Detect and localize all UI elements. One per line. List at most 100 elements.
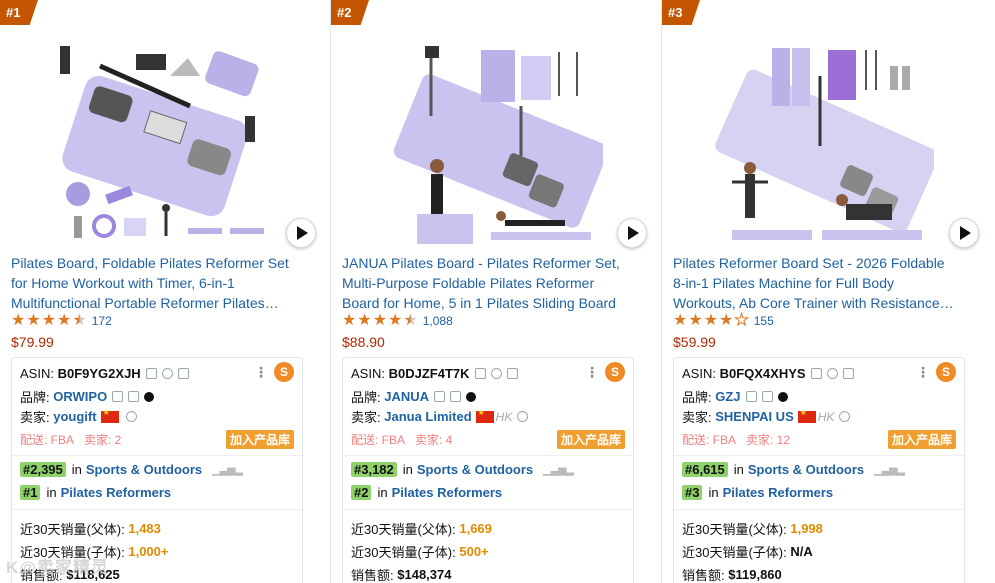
product-title-link[interactable]: Pilates Board, Foldable Pilates Reformer… [11,253,296,313]
seller-link[interactable]: Janua Limited [384,409,471,424]
bsr-sub-rank: #2 [351,485,372,500]
add-to-library-button[interactable]: 加入产品库 [225,430,294,449]
bar-chart-icon[interactable]: ▁▃▅▂ [543,463,574,476]
add-to-library-button[interactable]: 加入产品库 [556,430,625,449]
tiktok-icon[interactable] [144,391,155,402]
sales-child-row: 近30天销量(子体): N/A [682,542,813,561]
bsr-in: in [708,485,719,500]
product-card: #2 JANUA Pilates Board - Pilates Reforme… [331,0,662,583]
product-title-link[interactable]: Pilates Reformer Board Set - 2026 Foldab… [673,253,958,313]
copy-icon[interactable] [810,368,822,379]
bsr-main-row: #3,182 in Sports & Outdoors ▁▃▅▂ [351,462,574,477]
more-vertical-icon[interactable]: ⋮ [254,364,268,381]
sales-parent-value: 1,483 [128,521,161,536]
play-video-button[interactable] [286,218,316,248]
bsr-main-category-link[interactable]: Sports & Outdoors [86,462,202,477]
bsr-sub-category-link[interactable]: Pilates Reformers [392,485,503,500]
share-icon[interactable] [842,368,854,379]
asin-row: ASIN: B0FQX4XHYS [682,366,854,381]
sellersprite-logo-icon[interactable]: S [936,362,956,382]
tiktok-icon[interactable] [777,391,788,402]
star-full-icon: ★ [342,312,357,329]
play-video-button[interactable] [949,218,979,248]
bsr-sub-category-link[interactable]: Pilates Reformers [723,485,834,500]
share-icon[interactable] [761,391,773,402]
asin-row: ASIN: B0DJZF4T7K [351,366,518,381]
location-pin-icon[interactable] [125,411,137,422]
rank-badge: #1 [0,0,38,25]
seller-link[interactable]: SHENPAI US [715,409,794,424]
copy-icon[interactable] [145,368,157,379]
brand-link[interactable]: ORWIPO [53,389,107,404]
asin-label: ASIN: [20,366,54,381]
location-pin-icon[interactable] [517,411,529,422]
tiktok-icon[interactable] [466,391,477,402]
seller-count-tag[interactable]: 卖家: 12 [746,431,790,448]
seller-count-tag[interactable]: 卖家: 2 [84,431,121,448]
bsr-main-category-link[interactable]: Sports & Outdoors [417,462,533,477]
seller-count-tag[interactable]: 卖家: 4 [415,431,452,448]
review-count-link[interactable]: 172 [92,314,112,328]
copy-icon[interactable] [745,391,757,402]
sales-parent-label: 近30天销量(父体): [682,522,787,537]
star-half-icon: ★ [72,312,87,329]
star-empty-icon: ★ [734,312,749,329]
rank-badge: #3 [662,0,700,25]
location-pin-icon[interactable] [839,411,851,422]
rating[interactable]: ★ ★ ★ ★ ★ 172 [11,313,112,329]
location-pin-icon[interactable] [161,368,173,379]
more-vertical-icon[interactable]: ⋮ [916,364,930,381]
brand-link[interactable]: GZJ [715,389,740,404]
rating[interactable]: ★ ★ ★ ★ ★ 155 [673,312,774,329]
share-icon[interactable] [450,391,462,402]
china-flag-icon [475,408,494,423]
sales-child-label: 近30天销量(子体): [682,545,787,560]
star-full-icon: ★ [688,312,703,329]
sellersprite-logo-icon[interactable]: S [274,362,294,382]
review-count-link[interactable]: 1,088 [423,314,453,328]
bsr-main-rank: #2,395 [20,462,66,477]
brand-label: 品牌: [682,390,712,405]
fulfillment-tag: 配送: FBA [682,433,737,447]
star-rating: ★ ★ ★ ★ ★ [673,312,750,329]
star-full-icon: ★ [11,312,26,329]
tags-row: 配送: FBA 卖家: 2 [20,431,131,448]
share-icon[interactable] [177,368,189,379]
rating[interactable]: ★ ★ ★ ★ ★ 1,088 [342,313,453,329]
play-video-button[interactable] [617,218,647,248]
seller-link[interactable]: yougift [53,409,96,424]
product-image[interactable] [40,36,272,250]
bsr-sub-category-link[interactable]: Pilates Reformers [61,485,172,500]
location-pin-icon[interactable] [490,368,502,379]
star-full-icon: ★ [673,312,688,329]
copy-icon[interactable] [474,368,486,379]
product-image[interactable] [702,36,934,250]
seller-sprite-panel: ASIN: B0FQX4XHYS ⋮ S 品牌: GZJ 卖家: SHENPAI… [673,357,965,583]
product-grid: #1 Pilates Board, Foldable Pilates Refor… [0,0,995,583]
bsr-main-category-link[interactable]: Sports & Outdoors [748,462,864,477]
product-title-link[interactable]: JANUA Pilates Board - Pilates Reformer S… [342,253,627,313]
sellersprite-logo-icon[interactable]: S [605,362,625,382]
fulfillment-tag: 配送: FBA [20,433,75,447]
star-full-icon: ★ [41,312,57,329]
price: $59.99 [673,334,716,350]
copy-icon[interactable] [434,391,446,402]
bar-chart-icon[interactable]: ▁▃▅▂ [212,463,243,476]
seller-row: 卖家: Janua Limited HK [351,407,529,426]
share-icon[interactable] [128,391,140,402]
review-count-link[interactable]: 155 [754,314,774,328]
more-vertical-icon[interactable]: ⋮ [585,364,599,381]
share-icon[interactable] [506,368,518,379]
add-to-library-button[interactable]: 加入产品库 [887,430,956,449]
brand-label: 品牌: [20,390,50,405]
product-image[interactable] [371,36,603,250]
location-pin-icon[interactable] [826,368,838,379]
bar-chart-icon[interactable]: ▁▃▅▂ [874,463,905,476]
asin-row: ASIN: B0F9YG2XJH [20,366,189,381]
revenue-value: $119,860 [728,567,782,582]
asin-label: ASIN: [682,366,716,381]
seller-row: 卖家: SHENPAI US HK [682,407,851,426]
sales-child-label: 近30天销量(子体): [351,545,456,560]
brand-link[interactable]: JANUA [384,389,429,404]
copy-icon[interactable] [112,391,124,402]
